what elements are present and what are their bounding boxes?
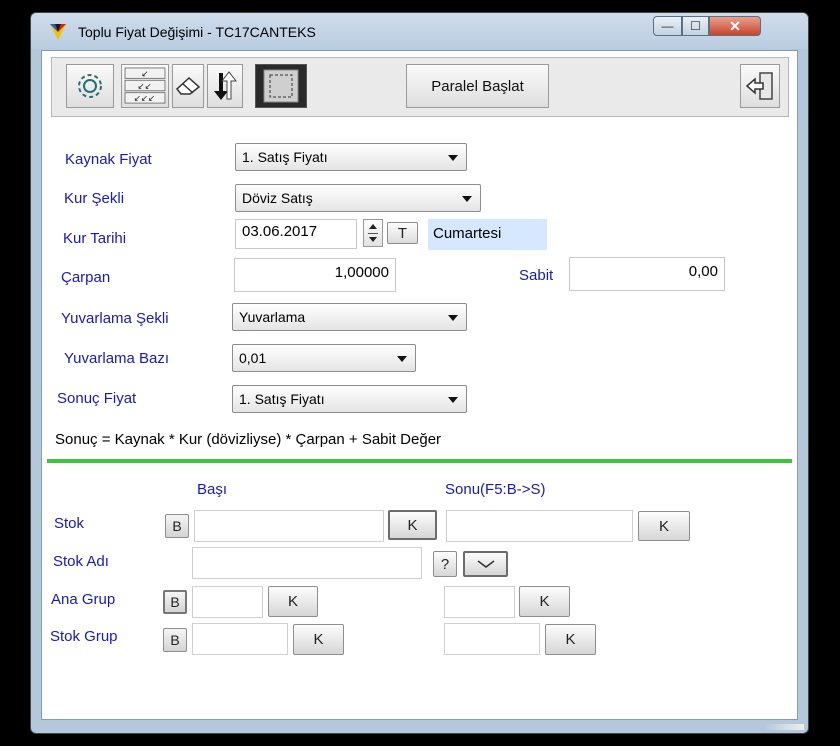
app-logo-icon <box>50 24 66 40</box>
minimize-button[interactable]: — <box>653 16 682 36</box>
window-title: Toplu Fiyat Değişimi - TC17CANTEKS <box>78 24 316 40</box>
end-header: Sonu(F5:B->S) <box>445 481 546 498</box>
formula-text: Sonuç = Kaynak * Kur (dövizliyse) * Çarp… <box>55 431 442 448</box>
rate-date-label: Kur Tarihi <box>63 230 127 247</box>
chevron-down-icon <box>448 315 458 321</box>
close-icon: ✕ <box>729 17 741 34</box>
multiplier-input[interactable]: 1,00000 <box>234 258 396 292</box>
stock-group-b-button[interactable]: B <box>163 628 187 652</box>
rounding-type-select[interactable]: Yuvarlama <box>232 303 467 331</box>
day-name-display: Cumartesi <box>428 219 547 250</box>
stock-label: Stok <box>54 515 85 532</box>
stock-name-input[interactable] <box>192 547 422 579</box>
stock-start-input[interactable] <box>194 510 384 542</box>
settings-button[interactable] <box>66 64 114 108</box>
close-button[interactable]: ✕ <box>709 16 761 36</box>
section-divider <box>47 459 792 463</box>
dropdown-button[interactable] <box>463 551 508 577</box>
exit-door-icon <box>745 72 773 100</box>
rate-type-select[interactable]: Döviz Satış <box>235 184 481 212</box>
stock-group-start-input[interactable] <box>192 623 288 655</box>
stock-group-start-k-button[interactable]: K <box>293 624 344 655</box>
main-group-start-k-button[interactable]: K <box>268 586 318 617</box>
select-area-button[interactable] <box>255 64 307 108</box>
sort-button[interactable] <box>207 64 243 108</box>
main-window: Toplu Fiyat Değişimi - TC17CANTEKS — ☐ ✕ <box>30 12 809 734</box>
stock-group-label: Stok Grup <box>50 628 118 645</box>
toolbar: ↙ ↙↙ ↙↙↙ Paralel Başlat <box>51 57 789 117</box>
today-button[interactable]: T <box>387 222 418 244</box>
svg-text:↙: ↙ <box>141 70 148 80</box>
spin-up-icon <box>369 224 377 229</box>
main-group-end-k-button[interactable]: K <box>519 586 570 617</box>
result-price-value: 1. Satış Fiyatı <box>239 391 325 407</box>
rate-date-input[interactable]: 03.06.2017 <box>235 219 357 249</box>
constant-input[interactable]: 0,00 <box>569 257 725 291</box>
rounding-base-label: Yuvarlama Bazı <box>64 350 170 367</box>
stock-end-input[interactable] <box>446 510 633 542</box>
source-price-value: 1. Satış Fiyatı <box>242 149 328 165</box>
source-price-select[interactable]: 1. Satış Fiyatı <box>235 143 467 171</box>
stock-name-label: Stok Adı <box>53 553 109 570</box>
multi-edit-button[interactable]: ↙ ↙↙ ↙↙↙ <box>121 64 169 108</box>
erase-button[interactable] <box>172 64 204 108</box>
resize-grip[interactable] <box>764 724 804 730</box>
stock-end-k-button[interactable]: K <box>638 511 690 541</box>
chevron-down-icon <box>448 155 458 161</box>
chevron-down-icon <box>462 196 472 202</box>
eraser-icon <box>175 76 201 95</box>
multiplier-label: Çarpan <box>61 269 111 286</box>
stock-b-button[interactable]: B <box>165 514 189 538</box>
sort-icon <box>214 71 238 100</box>
result-price-label: Sonuç Fiyat <box>57 390 137 407</box>
main-group-end-input[interactable] <box>444 586 515 618</box>
chevron-down-icon <box>477 560 494 568</box>
main-group-b-button[interactable]: B <box>163 590 187 614</box>
spin-down-icon <box>369 237 377 242</box>
main-group-start-input[interactable] <box>192 586 263 618</box>
select-area-icon <box>263 69 299 103</box>
parallel-start-label: Paralel Başlat <box>431 77 524 95</box>
maximize-icon: ☐ <box>690 19 701 33</box>
rate-type-value: Döviz Satış <box>242 190 313 206</box>
client-area: ↙ ↙↙ ↙↙↙ Paralel Başlat Kaynak Fiyat 1. … <box>41 50 798 720</box>
source-price-label: Kaynak Fiyat <box>65 151 152 168</box>
exit-button[interactable] <box>740 64 780 108</box>
main-group-label: Ana Grup <box>51 591 116 608</box>
title-bar[interactable]: Toplu Fiyat Değişimi - TC17CANTEKS — ☐ ✕ <box>31 13 808 49</box>
constant-label: Sabit <box>519 267 554 284</box>
rate-type-label: Kur Şekli <box>64 190 125 207</box>
stock-group-end-k-button[interactable]: K <box>545 624 596 655</box>
multi-edit-icon: ↙ ↙↙ ↙↙↙ <box>124 67 166 104</box>
stock-group-end-input[interactable] <box>444 623 540 655</box>
svg-text:↙↙: ↙↙ <box>137 82 151 92</box>
parallel-start-button[interactable]: Paralel Başlat <box>406 64 549 108</box>
maximize-button[interactable]: ☐ <box>682 16 709 36</box>
question-button[interactable]: ? <box>433 551 457 577</box>
chevron-down-icon <box>448 397 458 403</box>
rounding-base-select[interactable]: 0,01 <box>232 344 416 372</box>
rounding-base-value: 0,01 <box>239 350 267 366</box>
start-header: Başı <box>197 481 228 498</box>
date-spinner[interactable] <box>363 219 383 247</box>
minimize-icon: — <box>661 19 674 33</box>
stock-start-k-button[interactable]: K <box>388 510 437 540</box>
rounding-type-label: Yuvarlama Şekli <box>61 310 169 327</box>
chevron-down-icon <box>397 356 407 362</box>
result-price-select[interactable]: 1. Satış Fiyatı <box>232 385 467 413</box>
rounding-type-value: Yuvarlama <box>239 309 306 325</box>
gear-icon <box>78 74 102 98</box>
svg-text:↙↙↙: ↙↙↙ <box>134 94 155 104</box>
